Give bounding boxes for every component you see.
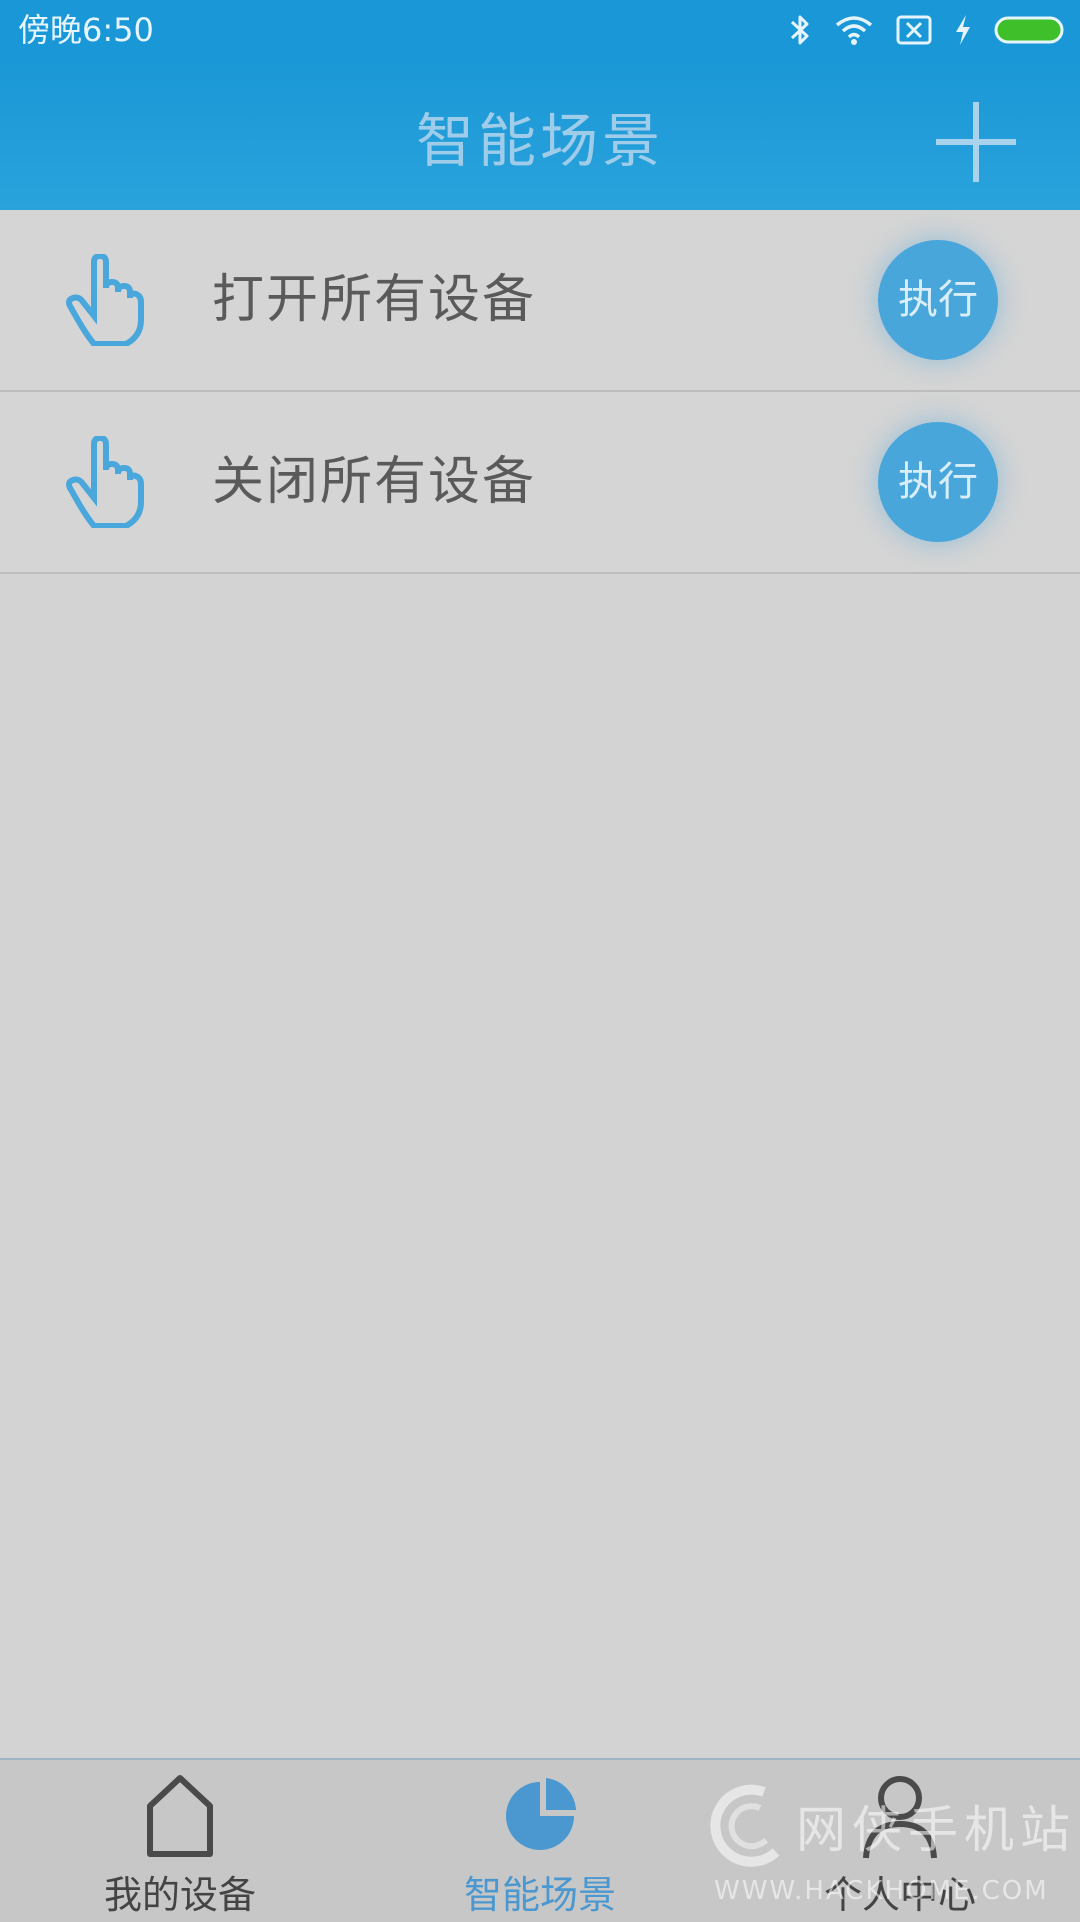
execute-button[interactable]: 执行 bbox=[878, 240, 998, 360]
scene-list: 打开所有设备 执行 关闭所有设备 执行 bbox=[0, 210, 1080, 574]
execute-button[interactable]: 执行 bbox=[878, 422, 998, 542]
tab-label: 个人中心 bbox=[823, 1873, 976, 1917]
tab-personal-center[interactable]: 个人中心 bbox=[750, 1760, 1050, 1922]
add-scene-button[interactable] bbox=[934, 100, 1018, 184]
pie-chart-icon bbox=[502, 1774, 578, 1862]
scene-label: 打开所有设备 bbox=[212, 270, 537, 330]
no-sim-icon bbox=[896, 15, 932, 45]
scene-item-open-all[interactable]: 打开所有设备 执行 bbox=[0, 210, 1080, 392]
scene-label: 关闭所有设备 bbox=[212, 452, 537, 512]
charging-icon bbox=[954, 14, 972, 46]
plus-icon bbox=[936, 102, 1016, 182]
tab-smart-scenes[interactable]: 智能场景 bbox=[390, 1760, 690, 1922]
battery-icon bbox=[994, 15, 1066, 45]
bluetooth-icon bbox=[788, 13, 812, 47]
scene-item-close-all[interactable]: 关闭所有设备 执行 bbox=[0, 392, 1080, 574]
status-bar: 傍晚6:50 bbox=[0, 0, 1080, 60]
house-icon bbox=[145, 1774, 215, 1862]
title-bar: 智能场景 bbox=[0, 60, 1080, 210]
pointing-hand-icon bbox=[64, 252, 144, 347]
page-title: 智能场景 bbox=[415, 107, 664, 175]
tab-label: 我的设备 bbox=[103, 1873, 256, 1917]
pointing-hand-icon bbox=[64, 434, 144, 529]
tab-my-devices[interactable]: 我的设备 bbox=[30, 1760, 330, 1922]
tab-bar: 我的设备 智能场景 个人中心 bbox=[0, 1758, 1080, 1922]
person-icon bbox=[860, 1774, 940, 1864]
wifi-icon bbox=[834, 14, 874, 46]
status-icons bbox=[788, 12, 1066, 48]
tab-label: 智能场景 bbox=[463, 1873, 616, 1917]
status-time: 傍晚6:50 bbox=[18, 11, 154, 49]
